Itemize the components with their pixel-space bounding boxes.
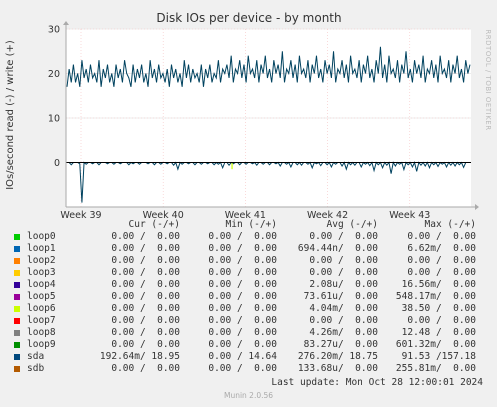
legend-row-loop5: loop5 0.00 / 0.00 0.00 / 0.00 73.61u/ 0.00 5… (0, 291, 497, 303)
y-tick-label: 10 (48, 114, 60, 125)
legend-series-name: loop3 (27, 267, 56, 278)
legend-series-name: loop7 (27, 315, 56, 326)
legend-row-loop4: loop4 0.00 / 0.00 0.00 / 0.00 2.08u/ 0.00 16… (0, 279, 497, 291)
legend-max: 601.32m/ 0.00 (395, 339, 476, 350)
legend-series-name: loop4 (27, 279, 56, 290)
x-tick-label: Week 42 (307, 210, 348, 219)
y-axis-label: IOs/second read (-) / write (+) (5, 40, 16, 190)
legend-swatch (14, 258, 20, 264)
legend-swatch (14, 342, 20, 348)
legend-row-sda: sda 192.64m/ 18.95 0.00 / 14.64 276.20m/ 18… (0, 351, 497, 363)
y-tick-label: 30 (48, 25, 60, 36)
legend-swatch (14, 366, 20, 372)
last-update: Last update: Mon Oct 28 12:00:01 2024 (271, 377, 483, 388)
legend-row-loop3: loop3 0.00 / 0.00 0.00 / 0.00 0.00 / 0.00 0.… (0, 267, 497, 279)
x-axis-arrow (475, 204, 479, 210)
chart: Disk IOs per device - by month IOs/secon… (5, 11, 492, 219)
y-tick-label: 20 (48, 69, 60, 80)
legend-row-loop6: loop6 0.00 / 0.00 0.00 / 0.00 4.04m/ 0.00 38… (0, 303, 497, 315)
legend-series-name: sdb (27, 363, 45, 374)
legend-row-loop7: loop7 0.00 / 0.00 0.00 / 0.00 0.00 / 0.00 0.… (0, 315, 497, 327)
legend-max: 255.81m/ 0.00 (395, 363, 476, 374)
legend-swatch (14, 282, 20, 288)
legend-series-name: loop9 (27, 339, 56, 350)
legend-row-loop8: loop8 0.00 / 0.00 0.00 / 0.00 4.26m/ 0.00 12… (0, 327, 497, 339)
x-tick-label: Week 40 (143, 210, 184, 219)
legend-swatch (14, 246, 20, 252)
legend: Cur (-/+) Min (-/+) Avg (-/+) Max (-/+) … (0, 219, 497, 388)
header-max: Max (-/+) (424, 219, 476, 230)
legend-swatch (14, 318, 20, 324)
legend-swatch (14, 330, 20, 336)
legend-max: 0.00 / 0.00 (407, 231, 476, 242)
legend-row-loop9: loop9 0.00 / 0.00 0.00 / 0.00 83.27u/ 0.00 6… (0, 339, 497, 351)
legend-max: 0.00 / 0.00 (407, 267, 476, 278)
legend-max: 12.48 / 0.00 (401, 327, 476, 338)
y-tick-label: 0 (54, 158, 60, 169)
legend-max: 0.00 / 0.00 (407, 315, 476, 326)
legend-max: 6.62m/ 0.00 (407, 243, 476, 254)
legend-series-name: loop0 (27, 231, 56, 242)
legend-series-name: loop5 (27, 291, 56, 302)
legend-row-loop0: loop0 0.00 / 0.00 0.00 / 0.00 0.00 / 0.00 0.… (0, 231, 497, 243)
legend-max: 0.00 / 0.00 (407, 255, 476, 266)
legend-swatch (14, 234, 20, 240)
legend-series-name: loop1 (27, 243, 56, 254)
legend-row-loop2: loop2 0.00 / 0.00 0.00 / 0.00 0.00 / 0.00 0.… (0, 255, 497, 267)
x-tick-label: Week 43 (389, 210, 430, 219)
legend-max: 548.17m/ 0.00 (395, 291, 476, 302)
legend-max: 91.53 /157.18 (401, 351, 476, 362)
legend-swatch (14, 354, 20, 360)
legend-row-loop1: loop1 0.00 / 0.00 0.00 / 0.00 694.44n/ 0.00… (0, 243, 497, 255)
legend-series-name: loop2 (27, 255, 56, 266)
legend-swatch (14, 294, 20, 300)
legend-row-sdb: sdb 0.00 / 0.00 0.00 / 0.00 133.68u/ 0.00 25… (0, 363, 497, 375)
legend-series-name: loop8 (27, 327, 56, 338)
legend-rows: loop0 0.00 / 0.00 0.00 / 0.00 0.00 / 0.00 0.… (0, 231, 497, 375)
legend-swatch (14, 306, 20, 312)
rrdtool-credit: RRDTOOL / TOBI OETIKER (484, 29, 492, 130)
munin-version: Munin 2.0.56 (223, 391, 274, 400)
y-axis-arrow (63, 21, 69, 25)
x-tick-label: Week 41 (225, 210, 266, 219)
chart-title: Disk IOs per device - by month (156, 11, 341, 25)
legend-series-name: sda (27, 351, 45, 362)
legend-series-name: loop6 (27, 303, 56, 314)
legend-header: Cur (-/+) Min (-/+) Avg (-/+) Max (-/+) (0, 219, 497, 231)
legend-swatch (14, 270, 20, 276)
legend-max: 16.56m/ 0.00 (401, 279, 476, 290)
x-tick-label: Week 39 (60, 210, 101, 219)
legend-max: 38.50 / 0.00 (401, 303, 476, 314)
